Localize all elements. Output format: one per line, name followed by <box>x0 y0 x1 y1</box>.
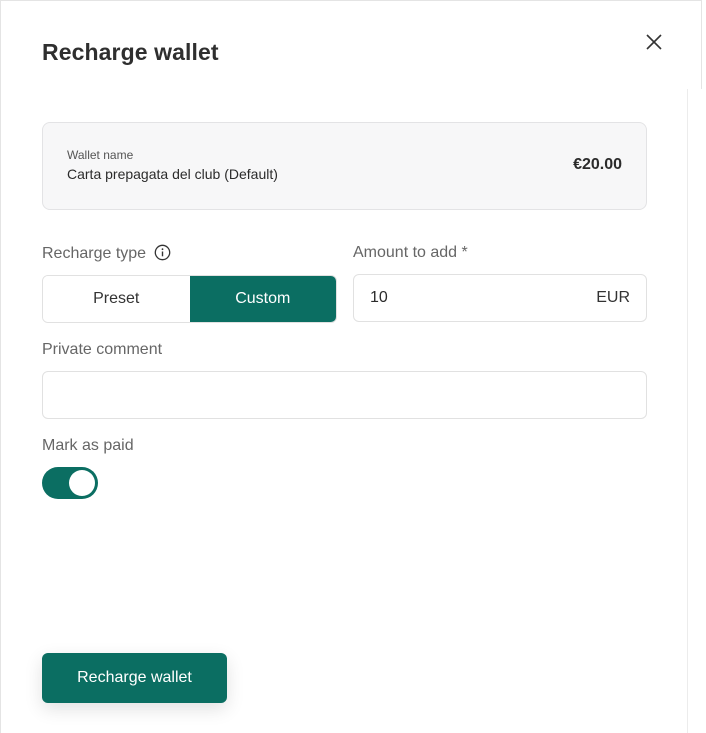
mark-paid-toggle[interactable] <box>42 467 98 499</box>
wallet-balance: €20.00 <box>573 156 622 173</box>
recharge-wallet-modal: Recharge wallet Wallet name Carta prepag… <box>0 0 703 733</box>
toggle-knob <box>69 470 95 496</box>
comment-input[interactable] <box>42 371 647 419</box>
custom-option[interactable]: Custom <box>189 276 336 322</box>
wallet-card: Wallet name Carta prepagata del club (De… <box>42 122 647 210</box>
close-icon <box>646 34 662 50</box>
mark-paid-label: Mark as paid <box>42 437 134 454</box>
wallet-name-label: Wallet name <box>67 148 134 162</box>
amount-input[interactable]: 10 EUR <box>353 274 647 322</box>
scrollbar[interactable] <box>687 89 703 733</box>
wallet-name: Carta prepagata del club (Default) <box>67 166 278 182</box>
preset-option[interactable]: Preset <box>43 276 190 322</box>
recharge-type-label-text: Recharge type <box>42 245 147 262</box>
info-icon[interactable] <box>154 244 171 261</box>
modal-title: Recharge wallet <box>42 39 219 65</box>
amount-value: 10 <box>370 289 388 306</box>
amount-currency: EUR <box>596 289 630 306</box>
recharge-type-label: Recharge type <box>42 244 171 263</box>
recharge-wallet-button[interactable]: Recharge wallet <box>42 653 227 703</box>
recharge-type-toggle: Preset Custom <box>42 275 337 323</box>
close-button[interactable] <box>643 31 665 53</box>
amount-label: Amount to add * <box>353 244 468 261</box>
comment-label: Private comment <box>42 341 163 358</box>
